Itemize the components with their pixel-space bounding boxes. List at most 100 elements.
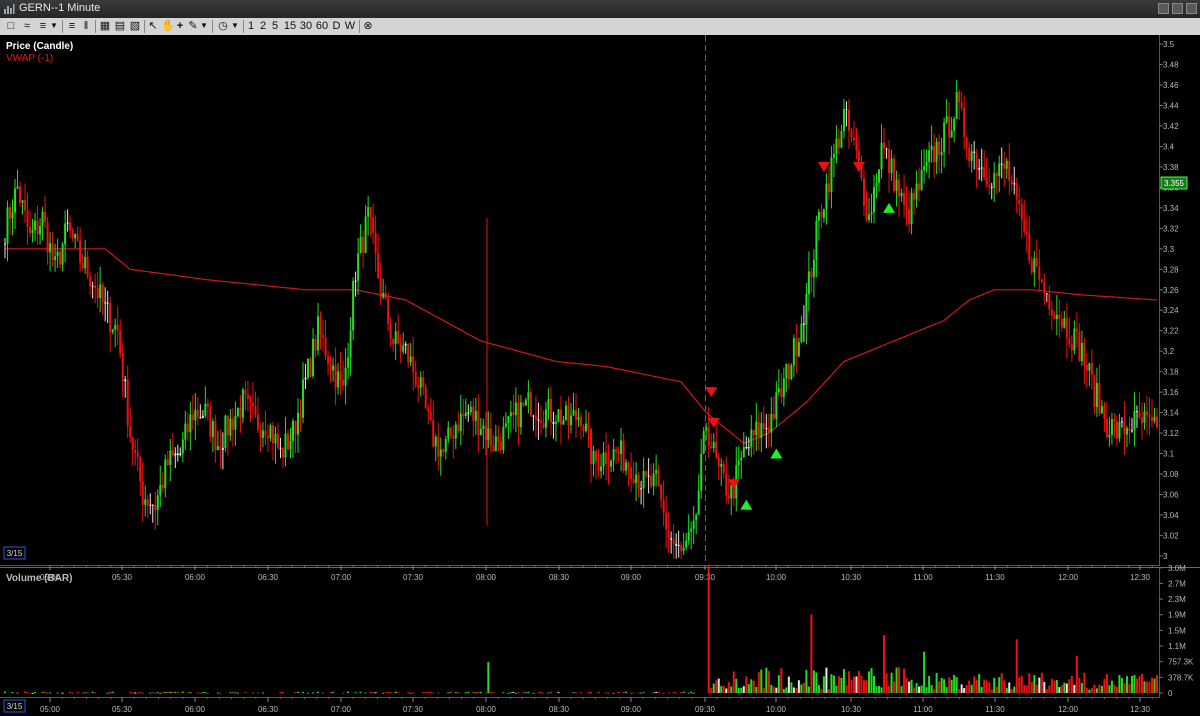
chevron-down-icon[interactable]: ▼ [50, 19, 58, 33]
candle-body [938, 141, 941, 156]
maximize-button[interactable] [1172, 3, 1183, 14]
candle-body [514, 402, 517, 416]
volume-axis-tick: 757.3K [1168, 658, 1194, 667]
candle-body [685, 540, 688, 548]
candle-body [379, 277, 382, 298]
volume-bar [467, 691, 470, 693]
interval-week-button[interactable]: W [344, 19, 356, 33]
interval-day-button[interactable]: D [331, 19, 342, 33]
volume-bar [975, 680, 978, 693]
candle-body [817, 211, 820, 221]
interval-30-button[interactable]: 30 [299, 19, 313, 33]
candle-body [690, 528, 693, 532]
crosshair-icon[interactable]: + [174, 19, 186, 33]
volume-bar [489, 691, 492, 693]
candle-body [342, 379, 345, 386]
volume-bar [898, 667, 901, 693]
volume-bar [297, 691, 300, 693]
interval-2-button[interactable]: 2 [258, 19, 268, 33]
volume-bar [908, 681, 911, 693]
candle-body [710, 445, 713, 449]
cursor-icon[interactable]: ↖ [147, 19, 159, 33]
drawing-icon[interactable]: ≈ [20, 19, 34, 33]
candle-body [775, 392, 778, 419]
clock-icon[interactable]: ◷ [216, 19, 230, 33]
time-axis-tick: 11:30 [985, 705, 1005, 714]
pencil-icon[interactable]: ✎ [187, 19, 199, 33]
volume-bar [958, 688, 961, 693]
volume-bar [347, 691, 350, 693]
interval-5-button[interactable]: 5 [270, 19, 280, 33]
close-button[interactable] [1186, 3, 1197, 14]
volume-bar [920, 685, 923, 693]
candle-body [339, 371, 342, 380]
volume-bar [574, 692, 577, 694]
candle-body [374, 232, 377, 253]
candle-body [442, 449, 445, 452]
candle-body [1103, 406, 1106, 419]
price-axis-tick: 3.24 [1163, 306, 1179, 315]
volume-bar [988, 682, 991, 693]
hand-pan-icon[interactable]: ✋ [161, 19, 175, 33]
chart-type-icon[interactable]: □ [4, 19, 18, 33]
volume-bar [517, 692, 520, 694]
volume-bar [159, 692, 162, 694]
interval-15-button[interactable]: 15 [283, 19, 297, 33]
candle-body [16, 186, 19, 189]
chart-area[interactable]: 3 3.02 3.04 3.06 3.08 3.1 3.12 3.14 3.16 3.18 3.2 3… [0, 35, 1200, 716]
candle-body [136, 452, 139, 457]
volume-bar [149, 692, 152, 694]
candle-body [124, 379, 127, 382]
cancel-icon[interactable]: ⊗ [362, 19, 374, 33]
volume-bar [109, 691, 112, 693]
candle-body [692, 520, 695, 529]
volume-bar [432, 692, 435, 694]
time-axis-tick: 08:00 [476, 573, 497, 582]
volume-bar [1028, 673, 1031, 693]
grid-icon[interactable]: ▦ [98, 19, 112, 33]
candle-body [822, 209, 825, 218]
price-axis-tick: 3.4 [1163, 142, 1175, 151]
last-price-value: 3.355 [1164, 179, 1185, 188]
interval-60-button[interactable]: 60 [315, 19, 329, 33]
chevron-down-icon[interactable]: ▼ [200, 19, 208, 33]
volume-bar [837, 676, 840, 693]
minimize-button[interactable] [1158, 3, 1169, 14]
candle-body [965, 136, 968, 148]
volume-bar [251, 692, 254, 694]
window-icon[interactable]: ▧ [128, 19, 142, 33]
candle-body [857, 150, 860, 162]
pause-icon[interactable]: ‖ [80, 19, 92, 33]
candle-body [424, 387, 427, 409]
volume-bar [549, 691, 552, 693]
list-icon[interactable]: ≡ [66, 19, 78, 33]
indicator-icon[interactable]: ≡ [36, 19, 50, 33]
candle-body [524, 399, 527, 406]
volume-bar [772, 686, 775, 693]
volume-bar [199, 692, 202, 694]
volume-bar [707, 564, 710, 693]
candle-body [883, 142, 886, 149]
volume-bar [1125, 676, 1128, 693]
interval-1-button[interactable]: 1 [246, 19, 256, 33]
layout-icon[interactable]: ▤ [113, 19, 127, 33]
candle-body [357, 253, 360, 281]
price-axis-tick: 3.5 [1163, 40, 1175, 49]
candle-body [702, 430, 705, 454]
volume-bar [640, 692, 643, 694]
candle-body [845, 109, 848, 111]
volume-bar [890, 672, 893, 693]
chevron-down-icon[interactable]: ▼ [231, 19, 239, 33]
candle-body [9, 207, 12, 219]
candle-body [983, 167, 986, 178]
volume-bar [1120, 678, 1123, 693]
time-axis-tick: 09:00 [621, 705, 642, 714]
volume-bar [527, 691, 530, 693]
candle-body [164, 459, 167, 489]
volume-bar [329, 691, 332, 693]
volume-bar [537, 692, 540, 694]
volume-bar [176, 691, 179, 693]
volume-bar [888, 685, 891, 693]
candle-body [968, 147, 971, 161]
price-axis-tick: 3.38 [1163, 163, 1179, 172]
